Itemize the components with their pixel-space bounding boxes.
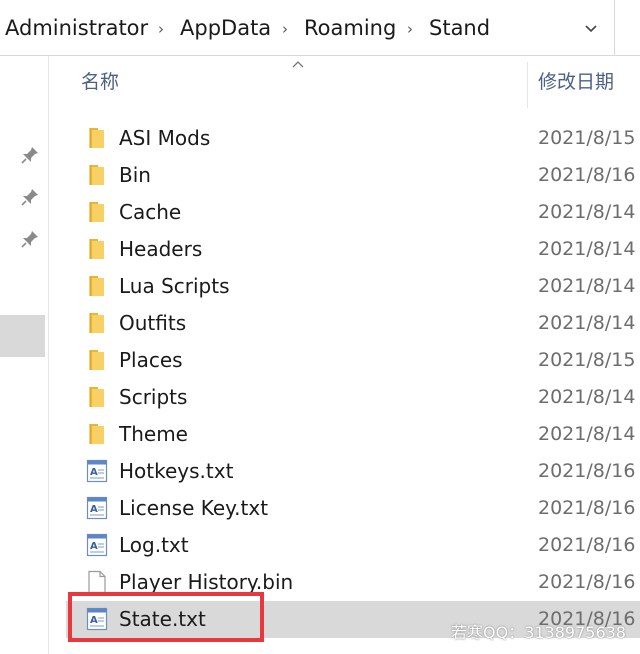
pin-icon[interactable] xyxy=(20,187,40,207)
file-name: Cache xyxy=(119,200,182,224)
file-name: Hotkeys.txt xyxy=(119,459,234,483)
column-divider[interactable] xyxy=(527,62,528,108)
breadcrumb-separator-icon[interactable]: › xyxy=(282,18,288,40)
file-date-modified: 2021/8/14 xyxy=(538,386,636,408)
file-date-modified: 2021/8/16 xyxy=(538,534,636,556)
text-file-icon: A xyxy=(86,459,108,483)
file-name: Places xyxy=(119,348,183,372)
column-header-date-modified[interactable]: 修改日期 xyxy=(538,56,614,108)
file-name: State.txt xyxy=(119,607,206,631)
pin-icon[interactable] xyxy=(20,229,40,249)
file-name: Outfits xyxy=(119,311,187,335)
file-date-modified: 2021/8/14 xyxy=(538,423,636,445)
folder-icon xyxy=(86,311,108,335)
file-date-modified: 2021/8/16 xyxy=(538,164,636,186)
chevron-down-icon[interactable] xyxy=(583,20,599,36)
file-row[interactable]: Lua Scripts 2021/8/14 xyxy=(66,268,640,305)
file-row[interactable]: Outfits 2021/8/14 xyxy=(66,305,640,342)
breadcrumb-administrator[interactable]: Administrator xyxy=(5,14,148,42)
file-row[interactable]: A Hotkeys.txt 2021/8/16 xyxy=(66,453,640,490)
svg-text:A: A xyxy=(90,504,98,515)
nav-item-selected[interactable] xyxy=(0,315,45,357)
watermark-text: 若寒QQ：3138975638 xyxy=(451,623,626,642)
address-bar[interactable]: Administrator › AppData › Roaming › Stan… xyxy=(0,0,614,56)
file-row[interactable]: ASI Mods 2021/8/15 xyxy=(66,120,640,157)
file-date-modified: 2021/8/15 xyxy=(538,127,636,149)
file-name: Theme xyxy=(119,422,188,446)
folder-icon xyxy=(86,422,108,446)
breadcrumb-stand[interactable]: Stand xyxy=(429,14,490,42)
text-file-icon: A xyxy=(86,496,108,520)
svg-text:A: A xyxy=(90,615,98,626)
file-row[interactable]: Cache 2021/8/14 xyxy=(66,194,640,231)
refresh-area[interactable] xyxy=(614,0,640,56)
file-row[interactable]: Scripts 2021/8/14 xyxy=(66,379,640,416)
file-date-modified: 2021/8/14 xyxy=(538,238,636,260)
file-date-modified: 2021/8/16 xyxy=(538,497,636,519)
text-file-icon: A xyxy=(86,533,108,557)
file-name: License Key.txt xyxy=(119,496,269,520)
file-row[interactable]: Places 2021/8/15 xyxy=(66,342,640,379)
folder-icon xyxy=(86,163,108,187)
file-row[interactable]: Headers 2021/8/14 xyxy=(66,231,640,268)
blank-file-icon xyxy=(86,570,108,594)
folder-icon xyxy=(86,200,108,224)
breadcrumb-roaming[interactable]: Roaming xyxy=(304,14,396,42)
breadcrumb-separator-icon[interactable]: › xyxy=(407,18,413,40)
folder-icon xyxy=(86,385,108,409)
svg-text:A: A xyxy=(90,467,98,478)
folder-icon xyxy=(86,348,108,372)
file-name: Player History.bin xyxy=(119,570,294,594)
pin-icon[interactable] xyxy=(20,145,40,165)
file-row[interactable]: Theme 2021/8/14 xyxy=(66,416,640,453)
folder-icon xyxy=(86,274,108,298)
svg-text:A: A xyxy=(90,541,98,552)
column-header-name[interactable]: 名称 xyxy=(81,56,119,108)
file-name: ASI Mods xyxy=(119,126,211,150)
file-row[interactable]: A Log.txt 2021/8/16 xyxy=(66,527,640,564)
file-date-modified: 2021/8/16 xyxy=(538,460,636,482)
breadcrumb-separator-icon[interactable]: › xyxy=(158,18,164,40)
sort-up-icon xyxy=(292,61,304,68)
file-date-modified: 2021/8/15 xyxy=(538,349,636,371)
file-row[interactable]: Player History.bin 2021/8/16 xyxy=(66,564,640,601)
file-date-modified: 2021/8/16 xyxy=(538,571,636,593)
folder-icon xyxy=(86,126,108,150)
breadcrumb-appdata[interactable]: AppData xyxy=(180,14,271,42)
file-row[interactable]: A License Key.txt 2021/8/16 xyxy=(66,490,640,527)
navigation-pane[interactable] xyxy=(0,56,49,654)
folder-icon xyxy=(86,237,108,261)
file-name: Headers xyxy=(119,237,203,261)
file-row[interactable]: Bin 2021/8/16 xyxy=(66,157,640,194)
file-explorer-window: Administrator › AppData › Roaming › Stan… xyxy=(0,0,640,654)
file-name: Log.txt xyxy=(119,533,189,557)
file-name: Lua Scripts xyxy=(119,274,230,298)
text-file-icon: A xyxy=(86,607,108,631)
file-name: Bin xyxy=(119,163,151,187)
file-date-modified: 2021/8/14 xyxy=(538,201,636,223)
file-name: Scripts xyxy=(119,385,188,409)
file-date-modified: 2021/8/14 xyxy=(538,275,636,297)
file-date-modified: 2021/8/14 xyxy=(538,312,636,334)
